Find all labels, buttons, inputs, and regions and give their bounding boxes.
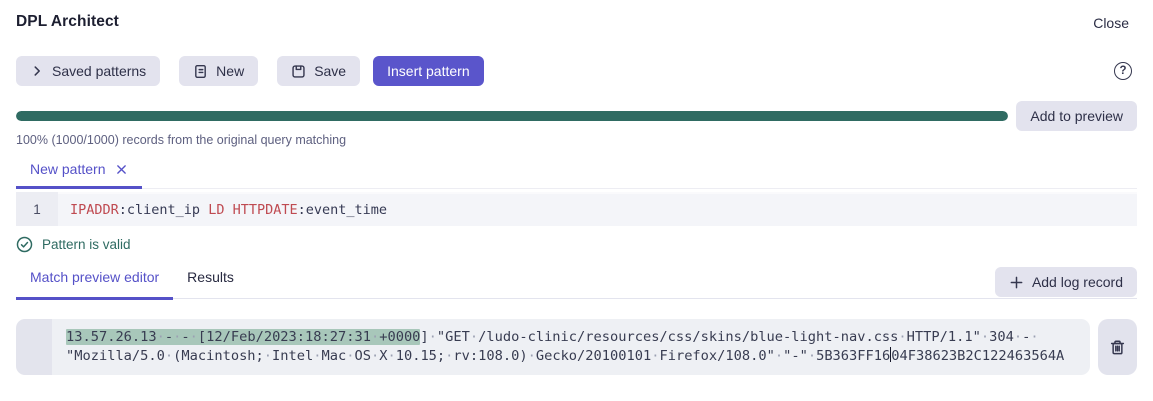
tab-new-pattern[interactable]: New pattern — [16, 161, 143, 189]
saved-patterns-label: Saved patterns — [52, 63, 147, 79]
save-label: Save — [314, 63, 347, 79]
progress-section: Add to preview — [16, 101, 1137, 131]
question-circle-icon: ? — [1114, 62, 1132, 80]
insert-pattern-label: Insert pattern — [387, 63, 470, 79]
check-circle-icon — [16, 236, 33, 253]
log-record-editor: 13.57.26.13·-·-·[12/Feb/2023:18:27:31·+0… — [16, 319, 1090, 375]
dpl-architect-panel: DPL Architect Close Saved patterns New S… — [0, 0, 1153, 375]
close-button[interactable]: Close — [1093, 13, 1137, 31]
add-log-record-label: Add log record — [1031, 274, 1123, 290]
save-button[interactable]: Save — [277, 56, 361, 86]
tab-match-preview-editor[interactable]: Match preview editor — [16, 263, 174, 300]
validation-status: Pattern is valid — [16, 236, 1137, 253]
pattern-code-line[interactable]: IPADDR:client_ip LD HTTPDATE:event_time — [58, 192, 1137, 226]
matched-text-highlight: 13.57.26.13·-·-·[12/Feb/2023:18:27:31·+0… — [66, 329, 421, 345]
match-percentage-caption: 100% (1000/1000) records from the origin… — [16, 133, 347, 147]
new-pattern-tab-label: New pattern — [30, 161, 106, 177]
delete-log-record-button[interactable] — [1098, 319, 1137, 375]
insert-pattern-button[interactable]: Insert pattern — [373, 56, 484, 86]
toolbar: Saved patterns New Save Insert pattern ? — [16, 56, 1137, 86]
new-button[interactable]: New — [179, 56, 259, 86]
save-icon — [291, 64, 306, 79]
trash-icon — [1109, 339, 1126, 356]
log-record-row: 13.57.26.13·-·-·[12/Feb/2023:18:27:31·+0… — [16, 319, 1137, 375]
help-button[interactable]: ? — [1114, 62, 1132, 80]
log-line-2: "Mozilla/5.0·(Macintosh;·Intel·Mac·OS·X·… — [66, 347, 1082, 366]
progress-bar — [16, 111, 1009, 121]
add-log-record-button[interactable]: Add log record — [994, 267, 1137, 297]
progress-fill — [16, 111, 1009, 121]
chevron-right-icon — [30, 64, 44, 78]
page-title: DPL Architect — [16, 13, 119, 30]
pattern-editor: 1 IPADDR:client_ip LD HTTPDATE:event_tim… — [16, 192, 1137, 226]
new-label: New — [216, 63, 245, 79]
log-line-2-before-caret: "Mozilla/5.0·(Macintosh;·Intel·Mac·OS·X·… — [66, 348, 891, 364]
log-record-input[interactable]: 13.57.26.13·-·-·[12/Feb/2023:18:27:31·+0… — [52, 319, 1090, 375]
log-line-2-after-caret: 04F38623B2C122463564A — [891, 348, 1065, 364]
log-line-1-rest: ]·"GET·/ludo-clinic/resources/css/skins/… — [420, 329, 1039, 345]
validation-message: Pattern is valid — [42, 237, 131, 252]
plus-icon — [1009, 275, 1024, 290]
log-line-1: 13.57.26.13·-·-·[12/Feb/2023:18:27:31·+0… — [66, 328, 1082, 347]
preview-tab-bar: Match preview editor Results Add log rec… — [16, 263, 1137, 300]
document-icon — [193, 64, 208, 79]
close-tab-icon[interactable] — [115, 163, 128, 176]
header: DPL Architect Close — [16, 0, 1137, 31]
line-number: 1 — [16, 192, 58, 226]
saved-patterns-button[interactable]: Saved patterns — [16, 56, 161, 86]
log-editor-gutter — [16, 319, 52, 375]
add-to-preview-label: Add to preview — [1030, 108, 1123, 124]
add-to-preview-button[interactable]: Add to preview — [1016, 101, 1137, 131]
pattern-tab-bar: New pattern — [16, 161, 1137, 189]
tab-results[interactable]: Results — [173, 263, 248, 300]
